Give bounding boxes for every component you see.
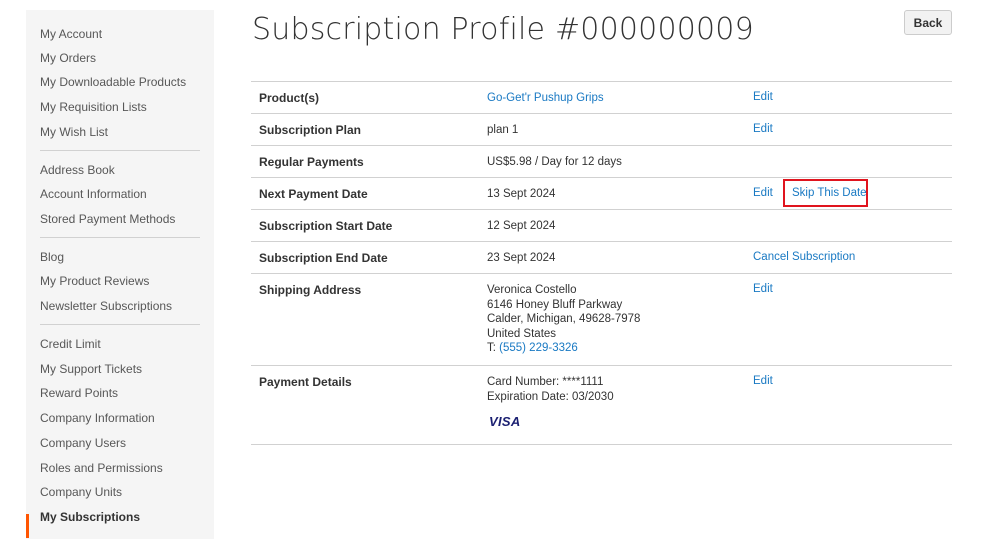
row-divider (251, 113, 952, 114)
sidebar-item-blog[interactable]: Blog (40, 249, 64, 265)
sidebar-item-company-users[interactable]: Company Users (40, 435, 126, 451)
shipping-country: United States (487, 327, 557, 340)
sidebar-item-company-units[interactable]: Company Units (40, 484, 122, 500)
start-date-label: Subscription Start Date (259, 219, 393, 233)
sidebar-divider (40, 150, 200, 151)
edit-next-payment-link[interactable]: Edit (753, 187, 773, 199)
shipping-name: Veronica Costello (487, 284, 577, 296)
sidebar-item-my-account[interactable]: My Account (40, 26, 102, 42)
row-divider (251, 81, 952, 82)
edit-plan-link[interactable]: Edit (753, 123, 773, 135)
sidebar-item-company-information[interactable]: Company Information (40, 410, 155, 426)
product-link[interactable]: Go-Get'r Pushup Grips (487, 91, 604, 106)
sidebar-item-roles-and-permissions[interactable]: Roles and Permissions (40, 460, 163, 476)
sidebar-item-product-reviews[interactable]: My Product Reviews (40, 273, 149, 289)
row-divider (251, 177, 952, 178)
sidebar-item-downloadable-products[interactable]: My Downloadable Products (40, 74, 186, 90)
skip-this-date-link[interactable]: Skip This Date (792, 187, 867, 199)
sidebar-item-my-subscriptions[interactable]: My Subscriptions (40, 509, 140, 525)
phone-prefix: T: (487, 342, 500, 354)
next-payment-value: 13 Sept 2024 (487, 188, 556, 200)
card-number: Card Number: ****1111 (487, 376, 604, 388)
plan-value: plan 1 (487, 124, 519, 136)
next-payment-label: Next Payment Date (259, 187, 368, 201)
row-divider (251, 365, 952, 366)
edit-shipping-link[interactable]: Edit (753, 283, 773, 295)
product-label: Product(s) (259, 91, 319, 105)
page-title: Subscription Profile #000000009 (252, 12, 754, 47)
row-divider (251, 145, 952, 146)
sidebar-item-address-book[interactable]: Address Book (40, 162, 115, 178)
sidebar-item-support-tickets[interactable]: My Support Tickets (40, 361, 142, 377)
shipping-street: 6146 Honey Bluff Parkway (487, 298, 623, 311)
start-date-value: 12 Sept 2024 (487, 220, 556, 232)
sidebar-item-credit-limit[interactable]: Credit Limit (40, 336, 101, 352)
active-item-indicator (26, 514, 29, 538)
row-divider (251, 209, 952, 210)
phone-link[interactable]: (555) 229-3326 (499, 342, 578, 354)
end-date-value: 23 Sept 2024 (487, 252, 556, 264)
sidebar-item-stored-payment-methods[interactable]: Stored Payment Methods (40, 211, 175, 227)
regular-payments-label: Regular Payments (259, 155, 364, 169)
sidebar-item-newsletter-subscriptions[interactable]: Newsletter Subscriptions (40, 298, 172, 314)
regular-payments-value: US$5.98 / Day for 12 days (487, 156, 622, 168)
sidebar-item-wish-list[interactable]: My Wish List (40, 124, 108, 140)
plan-label: Subscription Plan (259, 123, 362, 137)
sidebar-item-reward-points[interactable]: Reward Points (40, 385, 118, 401)
end-date-label: Subscription End Date (259, 251, 388, 265)
sidebar-item-account-information[interactable]: Account Information (40, 186, 147, 202)
row-divider (251, 444, 952, 445)
row-divider (251, 241, 952, 242)
edit-product-link[interactable]: Edit (753, 91, 773, 103)
visa-logo-icon: VISA (489, 414, 521, 429)
sidebar-divider (40, 237, 200, 238)
sidebar-item-requisition-lists[interactable]: My Requisition Lists (40, 99, 147, 115)
cancel-subscription-link[interactable]: Cancel Subscription (753, 251, 855, 263)
payment-details-label: Payment Details (259, 375, 352, 389)
shipping-city: Calder, Michigan, 49628-7978 (487, 313, 641, 325)
card-expiration: Expiration Date: 03/2030 (487, 390, 614, 403)
shipping-address-label: Shipping Address (259, 283, 362, 297)
edit-payment-link[interactable]: Edit (753, 375, 773, 387)
shipping-phone-line: T: (555) 229-3326 (487, 341, 578, 356)
sidebar-item-my-orders[interactable]: My Orders (40, 50, 96, 66)
back-button[interactable]: Back (904, 10, 952, 35)
row-divider (251, 273, 952, 274)
account-sidebar: My Account My Orders My Downloadable Pro… (26, 10, 214, 539)
sidebar-divider (40, 324, 200, 325)
